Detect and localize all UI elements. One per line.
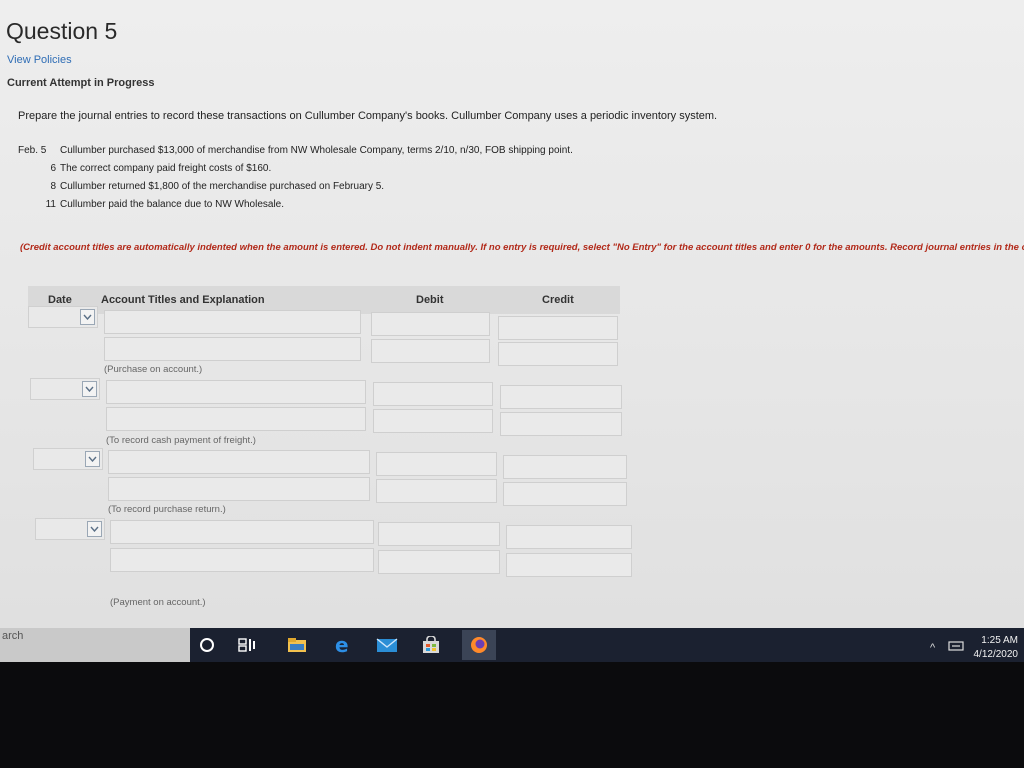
date-select[interactable] xyxy=(33,448,103,470)
account-title-input[interactable] xyxy=(110,548,374,572)
credit-input[interactable] xyxy=(500,412,622,436)
account-column-header: Account Titles and Explanation xyxy=(101,294,265,306)
transaction-date: 6 xyxy=(50,163,56,174)
entry-memo: (Purchase on account.) xyxy=(104,364,203,375)
credit-input[interactable] xyxy=(503,455,627,479)
entry-memo: (Payment on account.) xyxy=(110,597,206,608)
transaction-row: 8 Cullumber returned $1,800 of the mercha… xyxy=(18,181,384,192)
account-title-input[interactable] xyxy=(104,310,361,334)
transaction-row: 6 The correct company paid freight costs … xyxy=(18,163,271,174)
firefox-icon[interactable] xyxy=(462,630,496,660)
question-title: Question 5 xyxy=(6,18,118,44)
account-title-input[interactable] xyxy=(110,520,374,544)
task-view-icon[interactable] xyxy=(236,634,258,656)
svg-text:e: e xyxy=(335,635,349,655)
taskbar-search-box[interactable]: arch xyxy=(0,628,190,662)
debit-input[interactable] xyxy=(378,522,500,546)
credit-input[interactable] xyxy=(498,316,618,340)
store-icon[interactable] xyxy=(420,634,442,656)
browser-content: Question 5 View Policies Current Attempt… xyxy=(0,0,1024,628)
credit-column-header: Credit xyxy=(542,294,574,306)
credit-input[interactable] xyxy=(506,525,632,549)
transaction-row: 11 Cullumber paid the balance due to NW W… xyxy=(18,199,284,210)
transaction-row: Feb. 5 Cullumber purchased $13,000 of mer… xyxy=(18,145,573,156)
debit-input[interactable] xyxy=(371,312,490,336)
account-title-input[interactable] xyxy=(106,380,366,404)
view-policies-link[interactable]: View Policies xyxy=(7,54,72,66)
account-title-input[interactable] xyxy=(108,450,370,474)
credit-input[interactable] xyxy=(506,553,632,577)
cortana-icon[interactable] xyxy=(196,634,218,656)
taskbar-clock[interactable]: 1:25 AM 4/12/2020 xyxy=(974,634,1019,662)
debit-input[interactable] xyxy=(373,409,493,433)
entry-memo: (To record purchase return.) xyxy=(108,504,226,515)
debit-input[interactable] xyxy=(376,452,497,476)
chevron-down-icon[interactable] xyxy=(87,521,102,537)
transaction-date: 11 xyxy=(45,199,56,210)
transaction-text: Cullumber paid the balance due to NW Who… xyxy=(60,199,285,210)
date-select[interactable] xyxy=(30,378,100,400)
date-column-header: Date xyxy=(48,294,72,306)
debit-input[interactable] xyxy=(376,479,497,503)
debit-column-header: Debit xyxy=(416,294,444,306)
question-prompt: Prepare the journal entries to record th… xyxy=(18,110,718,122)
chevron-down-icon[interactable] xyxy=(82,381,97,397)
attempt-status: Current Attempt in Progress xyxy=(7,77,155,89)
debit-input[interactable] xyxy=(371,339,490,363)
mail-icon[interactable] xyxy=(376,634,398,656)
network-icon[interactable] xyxy=(948,640,964,655)
show-hidden-icons-icon[interactable]: ^ xyxy=(930,642,935,654)
date-select[interactable] xyxy=(35,518,105,540)
transaction-text: The correct company paid freight costs o… xyxy=(60,163,272,174)
date-select[interactable] xyxy=(28,306,98,328)
file-explorer-icon[interactable] xyxy=(286,634,308,656)
chevron-down-icon[interactable] xyxy=(85,451,100,467)
transaction-text: Cullumber returned $1,800 of the merchan… xyxy=(60,181,385,192)
account-title-input[interactable] xyxy=(108,477,370,501)
account-title-input[interactable] xyxy=(106,407,366,431)
entry-memo: (To record cash payment of freight.) xyxy=(106,435,256,446)
edge-browser-icon[interactable]: e xyxy=(332,634,354,656)
clock-date: 4/12/2020 xyxy=(973,649,1019,660)
credit-input[interactable] xyxy=(503,482,627,506)
instructions-note: (Credit account titles are automatically… xyxy=(20,242,1024,253)
chevron-down-icon[interactable] xyxy=(80,309,95,325)
clock-time: 1:25 AM xyxy=(981,635,1018,646)
credit-input[interactable] xyxy=(498,342,618,366)
account-title-input[interactable] xyxy=(104,337,361,361)
credit-input[interactable] xyxy=(500,385,622,409)
transaction-date: 8 xyxy=(50,181,56,192)
debit-input[interactable] xyxy=(378,550,500,574)
transaction-date: Feb. 5 xyxy=(18,145,47,156)
debit-input[interactable] xyxy=(373,382,493,406)
transaction-text: Cullumber purchased $13,000 of merchandi… xyxy=(60,145,573,156)
